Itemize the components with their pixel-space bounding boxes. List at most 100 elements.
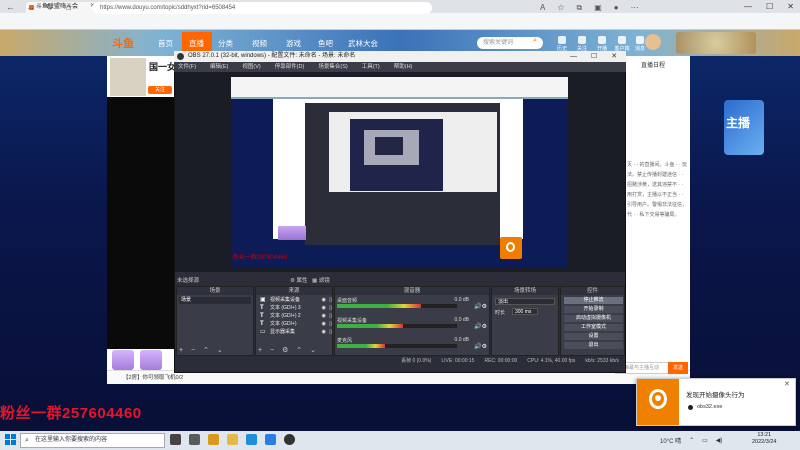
windows-start-icon[interactable] bbox=[5, 434, 17, 446]
taskbar-clock[interactable]: 13:21 2022/3/24 bbox=[752, 432, 776, 446]
follow-button[interactable]: 关注 bbox=[148, 86, 172, 94]
settings-button[interactable]: 设置 bbox=[564, 333, 623, 340]
promo-banner[interactable]: 主播 bbox=[724, 100, 764, 155]
menu-edit[interactable]: 编辑(E) bbox=[210, 62, 228, 72]
eye-icon[interactable]: ◉ bbox=[322, 329, 326, 336]
source-item[interactable]: T 文本 (GDI+) 2 ◉ ▯ bbox=[258, 313, 332, 320]
scenes-dock-toolbar[interactable]: + − ⌃ ⌄ bbox=[179, 346, 226, 354]
streamer-avatar[interactable] bbox=[110, 58, 146, 96]
mixer-channel[interactable]: 视频采集设备 0.0 dB 🔊⚙ bbox=[337, 317, 489, 330]
follow-icon[interactable]: 关注 bbox=[572, 36, 592, 52]
source-item[interactable]: ▭ 显示器采集 ◉ ▯ bbox=[258, 329, 332, 336]
eye-icon[interactable]: ◉ bbox=[322, 313, 326, 320]
store-icon[interactable] bbox=[265, 434, 276, 445]
mixer-channel[interactable]: 桌面音频 0.0 dB 🔊⚙ bbox=[337, 297, 489, 310]
stop-streaming-button[interactable]: 停止推流 bbox=[564, 297, 623, 304]
transition-select[interactable]: 淡出 bbox=[495, 298, 555, 305]
more-icon[interactable]: ⋯ bbox=[631, 3, 639, 13]
extensions-icon[interactable]: ⧉ bbox=[577, 3, 583, 13]
lock-icon[interactable]: ▯ bbox=[329, 329, 332, 336]
obs-minimize-icon[interactable]: — bbox=[570, 51, 577, 62]
browser-toolbar-icons: A ☆ ⧉ ▣ ● ⋯ bbox=[540, 3, 639, 13]
url-input[interactable]: https://www.douyu.com/topic/sddhyxt?rid=… bbox=[92, 2, 432, 14]
exit-button[interactable]: 退出 bbox=[564, 342, 623, 349]
live-video-player[interactable] bbox=[107, 97, 177, 349]
studio-mode-button[interactable]: 工作室模式 bbox=[564, 324, 623, 331]
user-avatar[interactable] bbox=[645, 34, 661, 50]
obs-logo-icon bbox=[177, 53, 184, 60]
streamer-name[interactable]: 国一女 bbox=[149, 60, 176, 73]
refresh-icon[interactable]: ↻ bbox=[46, 2, 54, 13]
preview-recursion-4 bbox=[375, 137, 403, 155]
start-recording-button[interactable]: 开始录制 bbox=[564, 306, 623, 313]
eye-icon[interactable]: ◉ bbox=[322, 321, 326, 328]
close-icon[interactable]: ✕ bbox=[787, 2, 794, 11]
mixer-channel[interactable]: 麦克风 0.0 dB 🔊⚙ bbox=[337, 337, 489, 350]
source-item[interactable]: ▣ 视频采集设备 ◉ ▯ bbox=[258, 297, 332, 304]
collections-icon[interactable]: ▣ bbox=[594, 3, 602, 13]
gift-item[interactable] bbox=[112, 350, 134, 370]
broadcast-icon[interactable]: 开播 bbox=[592, 36, 612, 52]
history-icon[interactable]: 历史 bbox=[552, 36, 572, 52]
app-g-icon[interactable] bbox=[208, 434, 219, 445]
sources-dock-title: 来源 bbox=[256, 287, 332, 295]
profile-icon[interactable]: ● bbox=[614, 3, 619, 13]
obs-title-text: OBS 27.0.1 (32-bit, windows) - 配置文件: 未命名… bbox=[188, 53, 356, 59]
task-view-icon[interactable] bbox=[170, 434, 181, 445]
menu-file[interactable]: 文件(F) bbox=[178, 62, 196, 72]
menu-tools[interactable]: 工具(T) bbox=[362, 62, 380, 72]
bottom-bar-text[interactable]: 【2房】你可领取飞机0/2 bbox=[123, 375, 183, 381]
lock-icon[interactable]: ▯ bbox=[329, 297, 332, 304]
search-icon[interactable]: ⌕ bbox=[533, 37, 537, 45]
network-icon[interactable]: ▭ bbox=[702, 437, 708, 444]
duration-input[interactable]: 300 ms bbox=[512, 308, 538, 315]
taskbar-search-input[interactable]: ⌕ 在这里输入你要搜索的内容 bbox=[20, 433, 165, 448]
obs-taskbar-icon[interactable] bbox=[284, 434, 295, 445]
scene-item[interactable]: 场景 bbox=[179, 297, 251, 304]
volume-icon[interactable]: ◀) bbox=[716, 437, 723, 444]
nav-wulin[interactable]: 武林大会 bbox=[348, 38, 378, 49]
menu-view[interactable]: 视图(V) bbox=[242, 62, 260, 72]
sources-dock-toolbar[interactable]: + − ⚙ ⌃ ⌄ bbox=[258, 346, 319, 354]
file-explorer-icon[interactable] bbox=[227, 434, 238, 445]
nav-live[interactable]: 直播 bbox=[189, 38, 204, 49]
clock-time: 13:21 bbox=[757, 432, 772, 438]
favorite-star-icon[interactable]: ☆ bbox=[557, 3, 564, 13]
obs-menu-bar: 文件(F) 编辑(E) 视图(V) 停靠部件(D) 场景集合(S) 工具(T) … bbox=[174, 62, 626, 72]
notification-close-icon[interactable]: ✕ bbox=[784, 380, 790, 388]
widgets-icon[interactable] bbox=[189, 434, 200, 445]
menu-scene-collection[interactable]: 场景集合(S) bbox=[318, 62, 347, 72]
eye-icon[interactable]: ◉ bbox=[322, 297, 326, 304]
send-button[interactable]: 发送 bbox=[668, 362, 688, 374]
weather-text[interactable]: 10°C 晴 bbox=[660, 436, 681, 445]
obs-close-icon[interactable]: ✕ bbox=[611, 51, 617, 62]
source-item[interactable]: T 文本 (GDI+) 3 ◉ ▯ bbox=[258, 305, 332, 312]
lock-icon[interactable]: ▯ bbox=[329, 313, 332, 320]
virtual-camera-button[interactable]: 启动虚拟摄像机 bbox=[564, 315, 623, 322]
read-aloud-icon[interactable]: A bbox=[540, 3, 545, 13]
menu-docks[interactable]: 停靠部件(D) bbox=[275, 62, 305, 72]
client-icon[interactable]: 客户端 bbox=[612, 36, 632, 52]
nav-game[interactable]: 游戏 bbox=[286, 38, 301, 49]
forward-icon[interactable]: → bbox=[26, 2, 35, 12]
home-icon[interactable]: ⌂ bbox=[66, 2, 71, 12]
minimize-icon[interactable]: — bbox=[744, 2, 752, 11]
nav-category[interactable]: 分类 bbox=[218, 38, 233, 49]
edge-browser-icon[interactable] bbox=[246, 434, 257, 445]
browser-tab[interactable]: 斗鱼联盟嗨斗会 bbox=[26, 2, 96, 13]
lock-icon[interactable]: ▯ bbox=[329, 321, 332, 328]
nav-video[interactable]: 视频 bbox=[252, 38, 267, 49]
back-icon[interactable]: ← bbox=[6, 2, 15, 12]
nav-home[interactable]: 首页 bbox=[158, 38, 173, 49]
eye-icon[interactable]: ◉ bbox=[322, 305, 326, 312]
schedule-title[interactable]: 直播日程 bbox=[641, 60, 665, 69]
obs-maximize-icon[interactable]: ☐ bbox=[591, 51, 597, 62]
menu-help[interactable]: 帮助(H) bbox=[394, 62, 413, 72]
chevron-up-icon[interactable]: ⌃ bbox=[689, 437, 694, 444]
source-item[interactable]: T 文本 (GDI+) ◉ ▯ bbox=[258, 321, 332, 328]
lock-icon[interactable]: ▯ bbox=[329, 305, 332, 312]
gift-item[interactable] bbox=[140, 350, 162, 370]
nav-yuba[interactable]: 鱼吧 bbox=[318, 38, 333, 49]
maximize-icon[interactable]: ☐ bbox=[766, 2, 773, 11]
site-logo[interactable]: 斗鱼 bbox=[112, 35, 134, 51]
